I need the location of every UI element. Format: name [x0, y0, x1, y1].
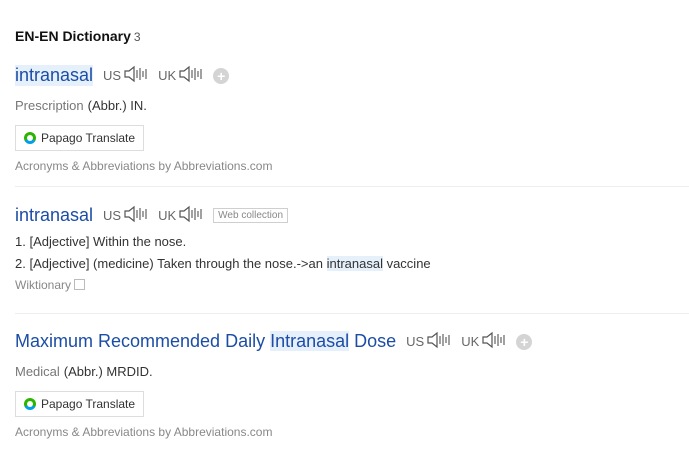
papago-translate-label: Papago Translate — [41, 397, 136, 411]
category-label: Medical — [15, 364, 60, 379]
entry-meaning: Prescription (Abbr.) IN. — [15, 97, 689, 115]
speaker-icon[interactable] — [179, 205, 203, 226]
divider — [15, 313, 689, 314]
papago-translate-button[interactable]: Papago Translate — [15, 391, 145, 417]
web-collection-tag: Web collection — [213, 208, 289, 223]
add-icon[interactable]: + — [213, 67, 230, 84]
us-label: US — [103, 68, 122, 83]
source-label[interactable]: Wiktionary — [15, 278, 71, 292]
pronunciation-uk[interactable]: UK — [158, 205, 203, 226]
source-link[interactable]: Acronyms & Abbreviations by Abbreviation… — [15, 425, 689, 439]
headword-part: Maximum Recommended Daily — [15, 331, 271, 351]
entry-header: intranasal US UK Web collection — [15, 205, 689, 226]
category-label: Prescription — [15, 98, 84, 113]
pronunciation-us[interactable]: US — [103, 205, 148, 226]
pronunciation-uk[interactable]: UK — [158, 65, 203, 86]
headword-link[interactable]: intranasal — [15, 205, 93, 226]
uk-label: UK — [158, 208, 177, 223]
definition-text: 2. [Adjective] (medicine) Taken through … — [15, 256, 327, 271]
speaker-icon[interactable] — [179, 65, 203, 86]
definition-text-end: vaccine — [382, 256, 431, 271]
copy-icon[interactable] — [74, 279, 86, 290]
source-link[interactable]: Acronyms & Abbreviations by Abbreviation… — [15, 159, 689, 173]
definition-1: 1. [Adjective] Within the nose. — [15, 234, 689, 249]
papago-translate-button[interactable]: Papago Translate — [15, 125, 145, 151]
definition-text: 1. [Adjective] Within the nose. — [15, 234, 187, 249]
entry-header: Maximum Recommended Daily Intranasal Dos… — [15, 331, 689, 352]
entry-3: Maximum Recommended Daily Intranasal Dos… — [15, 331, 689, 439]
pronunciation-us[interactable]: US — [406, 331, 451, 352]
entry-meaning: Medical (Abbr.) MRDID. — [15, 363, 689, 381]
entry-1: intranasal US UK + Prescription (Abbr.) I… — [15, 65, 689, 173]
headword-link[interactable]: Maximum Recommended Daily Intranasal Dos… — [15, 331, 396, 352]
papago-icon — [24, 398, 36, 410]
uk-label: UK — [158, 68, 177, 83]
speaker-icon[interactable] — [124, 65, 148, 86]
divider — [15, 186, 689, 187]
speaker-icon[interactable] — [427, 331, 451, 352]
pronunciation-uk[interactable]: UK — [461, 331, 506, 352]
definition-2: 2. [Adjective] (medicine) Taken through … — [15, 256, 689, 271]
section-title: EN-EN Dictionary 3 — [15, 28, 141, 44]
speaker-icon[interactable] — [124, 205, 148, 226]
uk-label: UK — [461, 334, 480, 349]
source-wiktionary[interactable]: Wiktionary — [15, 278, 689, 292]
papago-icon — [24, 132, 36, 144]
section-title-text: EN-EN Dictionary — [15, 28, 131, 44]
add-icon[interactable]: + — [516, 333, 533, 350]
highlighted-term: intranasal — [326, 256, 383, 271]
us-label: US — [103, 208, 122, 223]
entry-2: intranasal US UK Web collection 1. [Adje… — [15, 205, 689, 292]
pronunciation-us[interactable]: US — [103, 65, 148, 86]
us-label: US — [406, 334, 425, 349]
headword-link[interactable]: intranasal — [15, 65, 94, 86]
dictionary-panel: EN-EN Dictionary 3 intranasal US UK + Pre… — [0, 0, 689, 468]
papago-translate-label: Papago Translate — [41, 131, 136, 145]
headword-part: Dose — [349, 331, 397, 351]
abbreviation: (Abbr.) MRDID. — [63, 364, 153, 379]
headword-highlight: Intranasal — [270, 331, 350, 351]
result-count: 3 — [133, 30, 141, 44]
speaker-icon[interactable] — [482, 331, 506, 352]
entry-header: intranasal US UK + — [15, 65, 689, 86]
abbreviation: (Abbr.) IN. — [87, 98, 147, 113]
